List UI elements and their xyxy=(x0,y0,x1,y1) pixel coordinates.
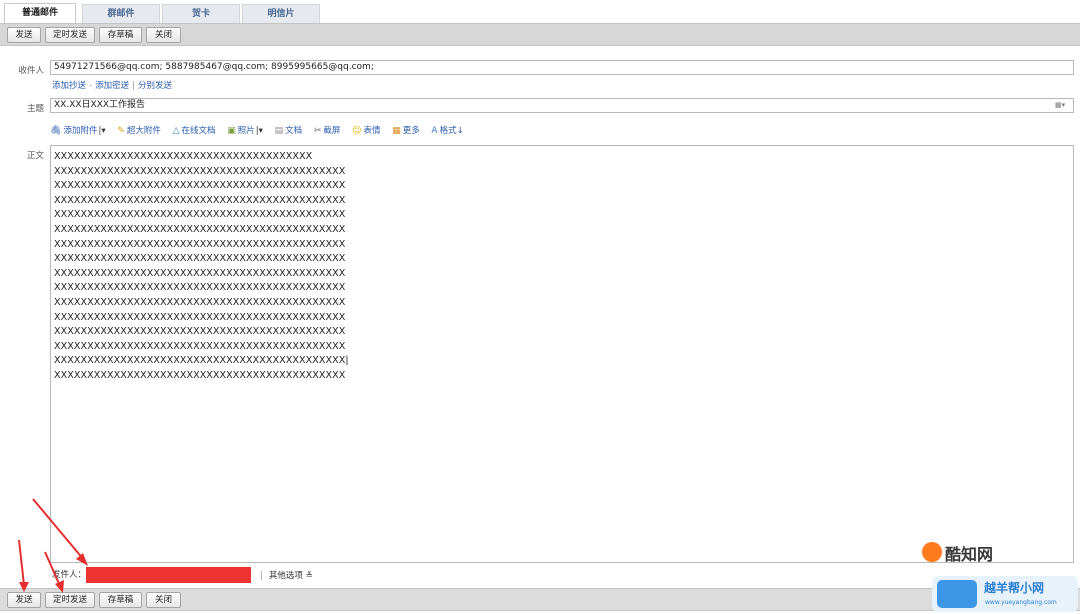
chevron-down-icon[interactable]: |▾ xyxy=(98,126,105,136)
format-button[interactable]: A 格式↓ xyxy=(431,124,463,138)
tab-greeting-card[interactable]: 贺卡 xyxy=(162,4,240,23)
scheduled-send-button-bottom[interactable]: 定时发送 xyxy=(45,592,95,608)
watermark-logo-icon xyxy=(922,542,942,562)
subject-label: 主题 xyxy=(26,104,44,114)
bottom-toolbar: 发送 定时发送 存草稿 关闭 xyxy=(0,588,1080,611)
grid-more-icon: ▦ xyxy=(392,126,401,136)
screenshot-label: 截屏 xyxy=(323,126,341,136)
screenshot-button[interactable]: ✂ 截屏 xyxy=(314,124,341,138)
body-line: XXXXXXXXXXXXXXXXXXXXXXXXXXXXXXXXXXXXXXXX… xyxy=(54,180,346,192)
scheduled-send-button[interactable]: 定时发送 xyxy=(45,27,95,43)
font-a-icon: A xyxy=(431,126,438,136)
paperclip-gold-icon: ✎ xyxy=(117,126,125,136)
tab-normal-mail[interactable]: 普通邮件 xyxy=(4,3,76,24)
watermark-site2-url: www.yueyangbang.com xyxy=(985,599,1057,606)
large-attachment-label: 超大附件 xyxy=(126,126,161,136)
body-line: XXXXXXXXXXXXXXXXXXXXXXXXXXXXXXXXXXXXXXXX… xyxy=(54,165,346,177)
tab-postcard[interactable]: 明信片 xyxy=(242,4,320,23)
save-draft-button[interactable]: 存草稿 xyxy=(99,27,142,43)
arrow-to-send xyxy=(18,539,25,586)
send-button[interactable]: 发送 xyxy=(7,27,41,43)
close-button-bottom[interactable]: 关闭 xyxy=(146,592,181,608)
body-line: XXXXXXXXXXXXXXXXXXXXXXXXXXXXXXXXXXXXXXXX… xyxy=(54,369,346,381)
triangle-doc-icon: △ xyxy=(172,126,180,136)
divider: | xyxy=(260,571,263,581)
document-button[interactable]: ▤ 文档 xyxy=(275,124,303,138)
add-cc-link[interactable]: 添加抄送 xyxy=(52,81,86,91)
photo-button[interactable]: ▣ 照片|▾ xyxy=(227,124,263,138)
editor-toolbar: 🖇 添加附件|▾ ✎ 超大附件 △ 在线文档 ▣ 照片|▾ ▤ 文档 ✂ 截屏 ☺ 表情 ▦ 更… xyxy=(50,124,473,138)
body-line: XXXXXXXXXXXXXXXXXXXXXXXXXXXXXXXXXXXXXXXX… xyxy=(54,253,346,265)
watermark-site2: 越羊帮小网 xyxy=(984,581,1045,595)
body-line: XXXXXXXXXXXXXXXXXXXXXXXXXXXXXXXXXXXXXXXX… xyxy=(54,209,346,221)
emoji-label: 表情 xyxy=(363,126,381,136)
recipients-input[interactable]: 54971271566@qq.com; 5887985467@qq.com; 8… xyxy=(50,60,1074,75)
body-line: XXXXXXXXXXXXXXXXXXXXXXXXXXXXXXXXXXXXXXXX… xyxy=(54,223,346,235)
tab-group-mail[interactable]: 群邮件 xyxy=(82,4,160,23)
format-label: 格式 xyxy=(439,126,457,136)
body-line: XXXXXXXXXXXXXXXXXXXXXXXXXXXXXXXXXXXXXXXX… xyxy=(54,326,346,338)
compose-tabbar: 普通邮件 群邮件 贺卡 明信片 xyxy=(0,0,1080,24)
subject-input[interactable]: XX.XX日XXX工作报告 ▦▾ xyxy=(50,98,1074,113)
link-separator: - xyxy=(89,81,93,91)
emoji-button[interactable]: ☺ 表情 xyxy=(352,124,380,138)
recipients-label: 收件人 xyxy=(18,66,44,76)
sender-redaction[interactable] xyxy=(86,567,251,583)
separate-send-link[interactable]: 分别发送 xyxy=(138,81,172,91)
body-line: XXXXXXXXXXXXXXXXXXXXXXXXXXXXXXXXXXXXXXXX… xyxy=(54,267,346,279)
more-button[interactable]: ▦ 更多 xyxy=(392,124,420,138)
link-separator: | xyxy=(132,81,135,91)
add-attachment-label: 添加附件 xyxy=(63,126,98,136)
body-line: XXXXXXXXXXXXXXXXXXXXXXXXXXXXXXXXXXXXXXXX… xyxy=(54,311,346,323)
watermark-site1: 酷知网 xyxy=(945,545,994,564)
scissors-icon: ✂ xyxy=(313,126,322,136)
online-doc-label: 在线文档 xyxy=(181,126,216,136)
save-draft-button-bottom[interactable]: 存草稿 xyxy=(99,592,142,608)
send-button-bottom[interactable]: 发送 xyxy=(7,592,41,608)
sender-label: 发件人： xyxy=(52,570,87,580)
arrow-down-icon: ↓ xyxy=(456,126,464,136)
add-bcc-link[interactable]: 添加密送 xyxy=(95,81,129,91)
grid-menu-icon[interactable]: ▦▾ xyxy=(1055,101,1069,110)
email-body-editor[interactable]: XXXXXXXXXXXXXXXXXXXXXXXXXXXXXXXXXXXXXXX … xyxy=(50,145,1074,563)
body-line: XXXXXXXXXXXXXXXXXXXXXXXXXXXXXXXXXXXXXXXX… xyxy=(54,340,346,352)
subject-text: XX.XX日XXX工作报告 xyxy=(54,100,146,110)
body-label: 正文 xyxy=(26,151,44,161)
close-button[interactable]: 关闭 xyxy=(146,27,181,43)
add-attachment-button[interactable]: 🖇 添加附件|▾ xyxy=(50,124,106,138)
body-line: XXXXXXXXXXXXXXXXXXXXXXXXXXXXXXXXXXXXXXX xyxy=(54,151,313,162)
document-label: 文档 xyxy=(285,126,303,136)
online-doc-button[interactable]: △ 在线文档 xyxy=(173,124,216,138)
top-toolbar: 发送 定时发送 存草稿 关闭 xyxy=(0,23,1080,46)
large-attachment-button[interactable]: ✎ 超大附件 xyxy=(117,124,161,138)
photo-label: 照片 xyxy=(237,126,255,136)
other-options-label: 其他选项 xyxy=(268,571,303,581)
more-label: 更多 xyxy=(402,126,420,136)
other-options[interactable]: | 其他选项 ≚ xyxy=(260,569,313,581)
smiley-icon: ☺ xyxy=(352,126,362,136)
photo-icon: ▣ xyxy=(227,126,236,136)
double-chevron-down-icon: ≚ xyxy=(302,571,313,581)
document-icon: ▤ xyxy=(274,126,284,136)
body-line: XXXXXXXXXXXXXXXXXXXXXXXXXXXXXXXXXXXXXXXX… xyxy=(54,296,346,308)
body-line: XXXXXXXXXXXXXXXXXXXXXXXXXXXXXXXXXXXXXXXX… xyxy=(54,355,349,367)
body-line: XXXXXXXXXXXXXXXXXXXXXXXXXXXXXXXXXXXXXXXX… xyxy=(54,194,346,206)
chevron-down-icon[interactable]: |▾ xyxy=(256,126,263,136)
recipient-links: 添加抄送 - 添加密送 | 分别发送 xyxy=(52,79,172,91)
watermark-badge-icon xyxy=(937,580,977,608)
paperclip-icon: 🖇 xyxy=(50,126,62,136)
body-line: XXXXXXXXXXXXXXXXXXXXXXXXXXXXXXXXXXXXXXXX… xyxy=(54,238,346,250)
body-line: XXXXXXXXXXXXXXXXXXXXXXXXXXXXXXXXXXXXXXXX… xyxy=(54,282,346,294)
